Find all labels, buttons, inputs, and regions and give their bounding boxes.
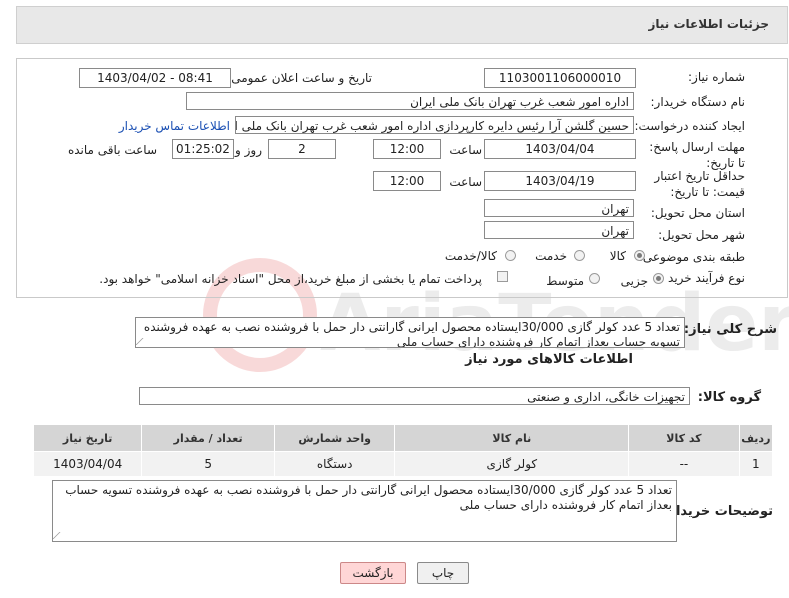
buyer-notes-textarea[interactable]: تعداد 5 عدد کولر گازی 30/000ایستاده محصو… — [52, 480, 677, 542]
price-validity-date[interactable]: 1403/04/19 — [484, 171, 636, 191]
cell-quantity: 5 — [141, 451, 275, 477]
category-radio-goods-service[interactable] — [505, 250, 516, 261]
time-remaining-field[interactable]: 01:25:02 — [172, 139, 234, 159]
price-validity-time[interactable]: 12:00 — [373, 171, 441, 191]
category-radio-service[interactable] — [574, 250, 585, 261]
requester-field[interactable]: حسین گلشن آرا رئیس دایره کارپردازی اداره… — [235, 116, 634, 134]
description-label: شرح کلی نیاز: — [683, 322, 777, 337]
price-validity-time-label: ساعت — [449, 175, 482, 189]
goods-table: ردیف کد کالا نام کالا واحد شمارش تعداد /… — [32, 424, 774, 477]
need-number-field[interactable]: 1103001106000010 — [484, 68, 636, 88]
print-button[interactable]: چاپ — [417, 562, 469, 584]
province-label: استان محل تحویل: — [650, 206, 745, 220]
col-need-date: تاریخ نیاز — [32, 424, 143, 452]
requester-label: ایجاد کننده درخواست: — [634, 119, 745, 133]
days-remaining-field[interactable]: 2 — [268, 139, 336, 159]
cell-row-number: 1 — [738, 451, 774, 477]
buyer-contact-link[interactable]: اطلاعات تماس خریدار — [119, 119, 230, 133]
goods-group-label: گروه کالا: — [697, 390, 761, 405]
col-goods-name: نام کالا — [394, 424, 630, 452]
cell-goods-name: کولر گازی — [394, 451, 630, 477]
cell-goods-code: -- — [628, 451, 740, 477]
province-field[interactable]: تهران — [484, 199, 634, 217]
treasury-note: پرداخت تمام یا بخشی از مبلغ خرید،از محل … — [99, 272, 482, 286]
buyer-notes-label: توضیحات خریدار: — [663, 504, 773, 519]
purchase-option-medium: متوسط — [546, 274, 584, 288]
category-option-service: خدمت — [535, 249, 567, 263]
goods-info-title: اطلاعات کالاهای مورد نیاز — [465, 352, 633, 367]
table-row[interactable]: 1 -- کولر گازی دستگاه 5 1403/04/04 — [32, 451, 774, 477]
need-number-label: شماره نیاز: — [688, 70, 745, 84]
category-label: طبقه بندی موضوعی: — [638, 250, 745, 264]
time-remaining-label: ساعت باقی مانده — [67, 143, 157, 157]
resize-grip-icon[interactable] — [53, 532, 68, 539]
col-unit: واحد شمارش — [273, 424, 396, 452]
reply-time-label: ساعت — [449, 143, 482, 157]
treasury-checkbox[interactable] — [497, 271, 508, 282]
announce-date-field[interactable]: 1403/04/02 - 08:41 — [79, 68, 231, 88]
buyer-org-label: نام دستگاه خریدار: — [650, 95, 746, 109]
city-label: شهر محل تحویل: — [658, 228, 745, 242]
purchase-option-minor: جزیی — [620, 274, 648, 288]
goods-group-field[interactable]: تجهیزات خانگی، اداری و صنعتی — [139, 387, 690, 405]
city-field[interactable]: تهران — [484, 221, 634, 239]
col-row-number: ردیف — [738, 424, 774, 452]
buyer-notes-text: تعداد 5 عدد کولر گازی 30/000ایستاده محصو… — [65, 483, 672, 512]
resize-grip-icon[interactable] — [136, 338, 151, 345]
reply-deadline-time[interactable]: 12:00 — [373, 139, 441, 159]
page-header: جزئیات اطلاعات نیاز — [16, 6, 788, 44]
table-header-row: ردیف کد کالا نام کالا واحد شمارش تعداد /… — [32, 424, 774, 452]
reply-deadline-label: مهلت ارسال پاسخ: تا تاریخ: — [649, 140, 745, 170]
price-validity-label: حداقل تاریخ اعتبار قیمت: تا تاریخ: — [654, 169, 745, 199]
col-quantity: تعداد / مقدار — [141, 424, 275, 452]
category-option-goods-service: کالا/خدمت — [444, 249, 497, 263]
cell-unit: دستگاه — [273, 451, 396, 477]
page-title: جزئیات اطلاعات نیاز — [648, 17, 769, 31]
category-option-goods: کالا — [609, 249, 626, 263]
description-textarea[interactable]: تعداد 5 عدد کولر گازی 30/000ایستاده محصو… — [135, 317, 685, 348]
days-label: روز و — [235, 143, 262, 157]
reply-deadline-date[interactable]: 1403/04/04 — [484, 139, 636, 159]
description-text: تعداد 5 عدد کولر گازی 30/000ایستاده محصو… — [143, 320, 680, 348]
announce-date-label: تاریخ و ساعت اعلان عمومی: — [227, 71, 372, 85]
purchase-radio-medium[interactable] — [589, 273, 600, 284]
category-radio-goods[interactable] — [634, 250, 645, 261]
purchase-radio-minor[interactable] — [653, 273, 664, 284]
buyer-org-field[interactable]: اداره امور شعب غرب تهران بانک ملی ایران — [186, 92, 634, 110]
cell-need-date: 1403/04/04 — [32, 451, 143, 477]
back-button[interactable]: بازگشت — [340, 562, 406, 584]
col-goods-code: کد کالا — [628, 424, 740, 452]
purchase-type-label: نوع فرآیند خرید : — [660, 271, 745, 285]
